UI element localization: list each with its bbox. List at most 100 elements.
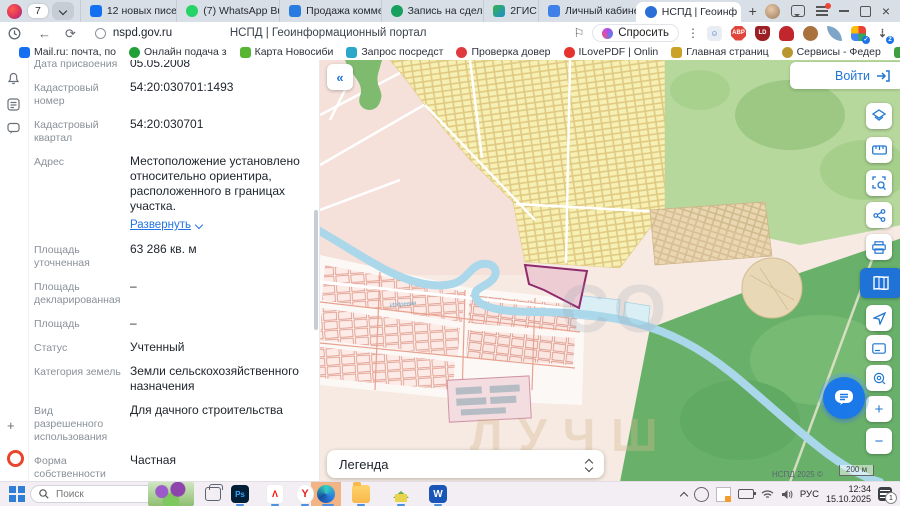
volume-icon[interactable]	[781, 489, 793, 500]
bookmark-flag-icon[interactable]: ⚐	[573, 26, 584, 40]
time-text: 12:34	[848, 484, 871, 494]
tabs-dropdown-button[interactable]	[52, 2, 74, 20]
close-window-button[interactable]: ×	[882, 6, 890, 16]
bookmark-item[interactable]: Главная страниц	[671, 46, 768, 58]
date-text: 15.10.2025	[826, 494, 871, 504]
task-view-button[interactable]	[204, 485, 222, 503]
tab-nspd-active[interactable]: НСПД | Геоинф×	[636, 2, 741, 22]
more-options-icon[interactable]: ⋮	[687, 26, 699, 40]
ask-button[interactable]: Спросить	[592, 24, 679, 42]
ld-shield-extension-icon[interactable]: LD	[755, 26, 770, 41]
services-icon[interactable]	[7, 98, 20, 111]
minimize-button[interactable]	[839, 10, 849, 12]
adblock-extension-icon[interactable]: ABP	[731, 26, 746, 41]
object-card-button[interactable]	[866, 335, 892, 361]
locate-button[interactable]	[866, 305, 892, 331]
word-app-button[interactable]: W	[429, 485, 447, 503]
chat-fab-button[interactable]	[823, 377, 865, 419]
site-info-icon[interactable]	[95, 28, 106, 39]
battery-icon[interactable]	[738, 489, 754, 499]
profile-avatar[interactable]	[765, 4, 780, 19]
legend-bar[interactable]: Легенда	[327, 450, 604, 478]
legend-toggle-chevron[interactable]	[586, 457, 592, 471]
tab-label: Личный кабинет	[565, 5, 636, 17]
widgets-button[interactable]	[148, 482, 194, 506]
browser-logo-icon[interactable]	[7, 4, 22, 19]
bell-icon[interactable]	[7, 72, 20, 85]
basemap-button-active[interactable]	[860, 268, 900, 298]
start-button[interactable]	[8, 485, 26, 503]
add-panel-icon[interactable]: +	[7, 418, 15, 433]
omnibox[interactable]: nspd.gov.ru НСПД | Геоинформационный пор…	[89, 24, 568, 42]
home-app-button[interactable]	[392, 485, 410, 503]
bookmarks-bar: Mail.ru: почта, по Онлайн подача з Карта…	[0, 44, 900, 61]
network-icon[interactable]	[761, 489, 774, 499]
search-input[interactable]	[54, 488, 138, 501]
extensions-puzzle-icon[interactable]: ✓	[851, 26, 866, 41]
layers-button[interactable]	[866, 103, 892, 129]
url-text[interactable]: nspd.gov.ru	[113, 27, 172, 39]
history-icon[interactable]	[8, 27, 21, 40]
maximize-button[interactable]	[860, 6, 871, 17]
tray-app-icon[interactable]	[694, 487, 709, 502]
language-indicator[interactable]: РУС	[800, 489, 819, 500]
tab-listing[interactable]: Продажа коммер	[279, 0, 380, 22]
edge-app-button[interactable]	[317, 485, 335, 503]
tab-account[interactable]: Личный кабинет	[538, 0, 636, 22]
tab-counter[interactable]: 7	[28, 4, 48, 18]
chat-panel-icon[interactable]	[7, 122, 20, 135]
address-search-button[interactable]	[866, 365, 892, 391]
bookmark-item[interactable]: Карта Новосиби	[240, 46, 334, 58]
area-search-button[interactable]	[866, 170, 892, 196]
feather-extension-icon[interactable]	[827, 26, 842, 41]
dialogs-icon[interactable]	[791, 5, 805, 17]
menu-icon[interactable]	[816, 6, 828, 16]
downloads-icon[interactable]: ⇣2	[875, 26, 890, 41]
house-icon	[392, 485, 410, 503]
expand-link[interactable]: Развернуть	[130, 218, 202, 233]
bookmark-item[interactable]: Сервисы - Федер	[782, 46, 881, 58]
bookmark-item[interactable]: Mail.ru: почта, по	[19, 46, 116, 58]
collapse-panel-button[interactable]: «	[327, 64, 353, 90]
print-button[interactable]	[866, 234, 892, 260]
bookmark-label: Mail.ru: почта, по	[34, 46, 116, 58]
expand-label: Развернуть	[130, 218, 191, 233]
tray-photo-icon[interactable]	[716, 487, 731, 502]
tray-chevron-icon[interactable]	[680, 491, 688, 499]
address-text: Местоположение установлено относительно …	[130, 154, 300, 213]
ring-app-icon[interactable]	[7, 450, 24, 467]
ruler-button[interactable]	[866, 137, 892, 163]
photoshop-app-button[interactable]: Ps	[231, 485, 249, 503]
acrobat-app-button[interactable]: Λ	[266, 485, 284, 503]
attribute-label: Вид разрешенного использования	[34, 403, 122, 444]
zoom-in-button[interactable]: +	[866, 396, 892, 422]
clock[interactable]: 12:3415.10.2025	[826, 484, 871, 504]
bookmark-item[interactable]: ILovePDF | Onlin	[564, 46, 659, 58]
bookmark-item[interactable]: Карта городов Р	[894, 46, 900, 58]
attribute-value: Частная	[130, 453, 176, 481]
paw-extension-icon[interactable]	[803, 26, 818, 41]
new-tab-button[interactable]: +	[741, 3, 765, 19]
ribbon-extension-icon[interactable]	[779, 26, 794, 41]
attribute-label: Дата присвоения	[34, 60, 122, 71]
tab-deal[interactable]: Запись на сделку	[381, 0, 484, 22]
map-area: Издревая СО ЛУЧШ « Войти + −	[320, 60, 900, 482]
notification-button[interactable]: 1	[878, 487, 892, 501]
tab-2gis[interactable]: 2ГИС	[483, 0, 538, 22]
share-button[interactable]	[866, 202, 892, 228]
panel-scrollbar[interactable]	[314, 210, 318, 330]
back-button[interactable]: ←	[38, 27, 51, 40]
tab-mail[interactable]: 12 новых писем	[80, 0, 176, 22]
bookmark-item[interactable]: Проверка довер	[456, 46, 550, 58]
yandex-app-button[interactable]: Y	[296, 485, 314, 503]
explorer-app-button[interactable]	[352, 485, 370, 503]
bookmark-item[interactable]: Онлайн подача з	[129, 46, 227, 58]
profile-extension-icon[interactable]: ☺	[707, 26, 722, 41]
tab-whatsapp[interactable]: (7) WhatsApp Bus	[176, 0, 279, 22]
taskbar-search[interactable]	[30, 485, 162, 503]
login-button[interactable]: Войти	[790, 62, 900, 89]
refresh-button[interactable]: ⟳	[65, 27, 76, 40]
zoom-out-button[interactable]: −	[866, 428, 892, 454]
map-canvas[interactable]: Издревая	[320, 60, 900, 482]
bookmark-item[interactable]: Запрос посредст	[346, 46, 443, 58]
